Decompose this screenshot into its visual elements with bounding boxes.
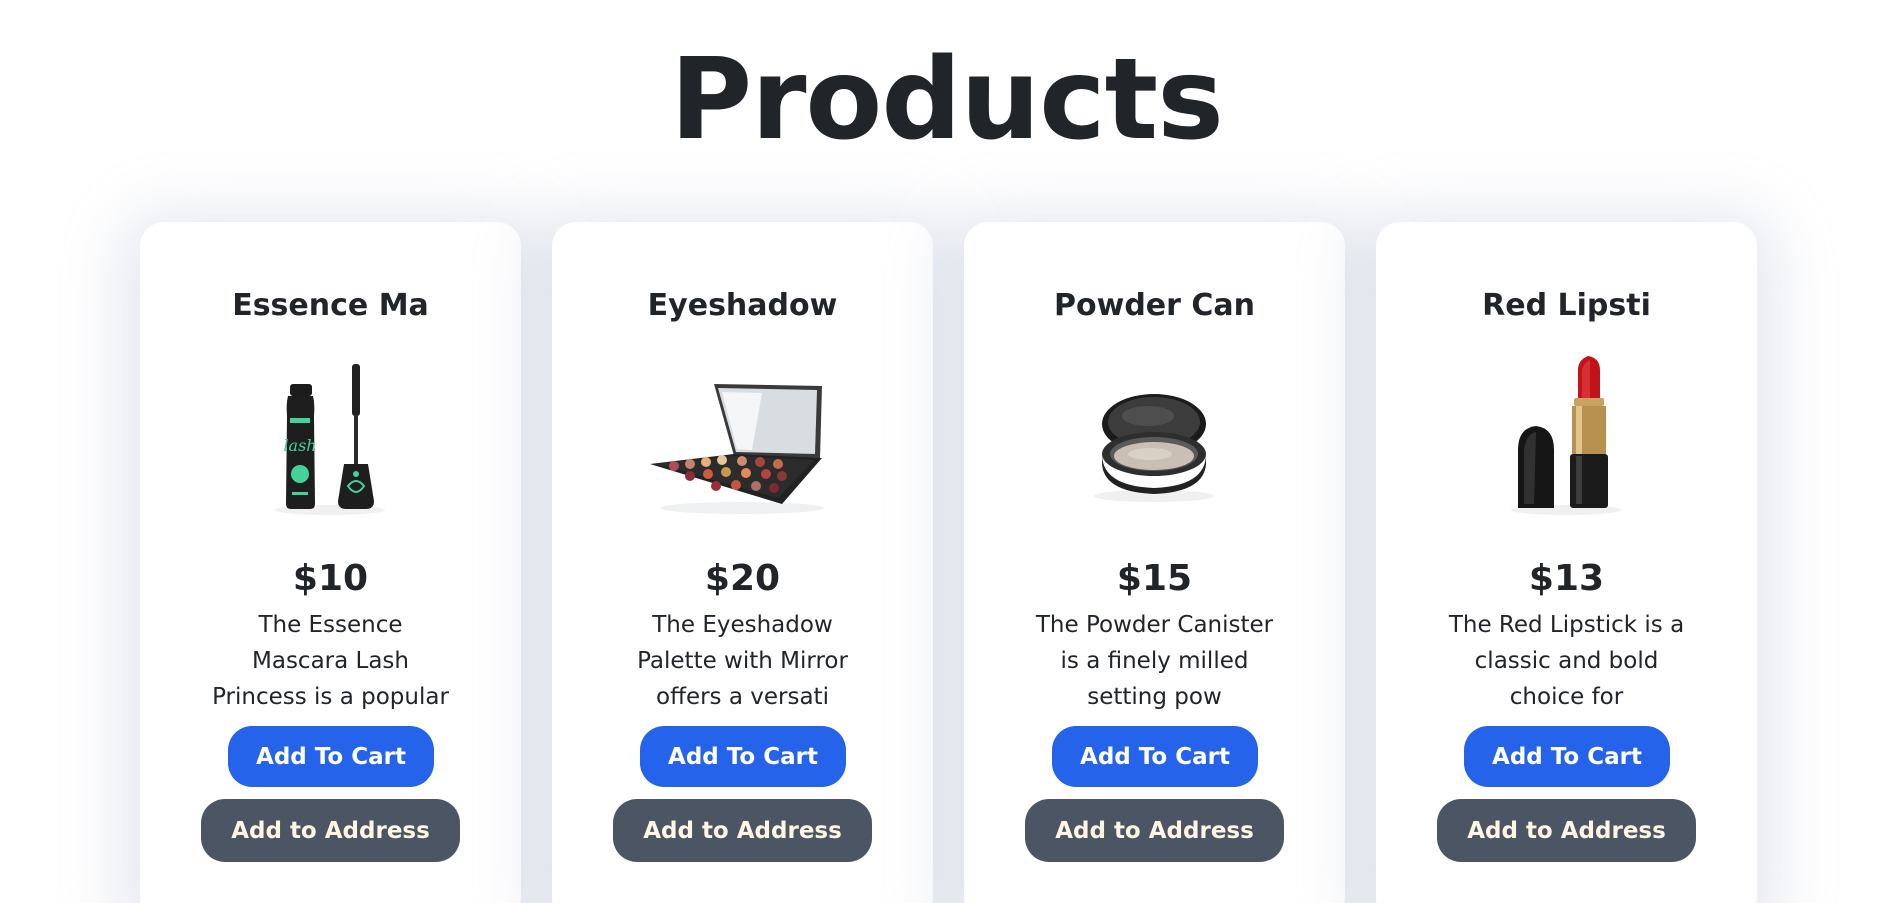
mascara-icon: lash: [250, 346, 410, 516]
product-price: $15: [1116, 558, 1193, 599]
product-card: Red Lipsti $13 The Red Lipstick is a cla…: [1376, 222, 1757, 903]
add-to-cart-button[interactable]: Add To Cart: [640, 726, 846, 787]
product-name: Essence Ma: [232, 288, 429, 323]
product-name: Red Lipsti: [1482, 288, 1651, 323]
product-name: Powder Can: [1054, 288, 1255, 323]
product-grid: Essence Ma lash $10 The Essence Mascara …: [140, 222, 1757, 903]
add-to-address-button[interactable]: Add to Address: [1437, 799, 1696, 862]
add-to-address-button[interactable]: Add to Address: [201, 799, 460, 862]
add-to-cart-button[interactable]: Add To Cart: [228, 726, 434, 787]
product-description: The Red Lipstick is a classic and bold c…: [1448, 612, 1685, 710]
add-to-address-button[interactable]: Add to Address: [1025, 799, 1284, 862]
product-card: Powder Can $15 The Powder Canister is a …: [964, 222, 1345, 903]
product-price: $20: [704, 558, 781, 599]
product-description: The Eyeshadow Palette with Mirror offers…: [637, 612, 848, 710]
product-price: $10: [292, 558, 369, 599]
product-card: Essence Ma lash $10 The Essence Mascara …: [140, 222, 521, 903]
add-to-cart-button[interactable]: Add To Cart: [1052, 726, 1258, 787]
add-to-cart-button[interactable]: Add To Cart: [1464, 726, 1670, 787]
product-name: Eyeshadow: [647, 288, 838, 323]
product-price: $13: [1528, 558, 1605, 599]
product-card: Eyeshadow $20 The Eyeshadow Palette with…: [552, 222, 933, 903]
add-to-address-button[interactable]: Add to Address: [613, 799, 872, 862]
svg-text:lash: lash: [283, 436, 316, 455]
product-description: The Powder Canister is a finely milled s…: [1035, 612, 1274, 710]
powder-canister-icon: [1074, 346, 1234, 516]
eyeshadow-palette-icon: [650, 346, 824, 516]
page-title: Products: [670, 35, 1224, 165]
lipstick-icon: [1486, 346, 1646, 516]
